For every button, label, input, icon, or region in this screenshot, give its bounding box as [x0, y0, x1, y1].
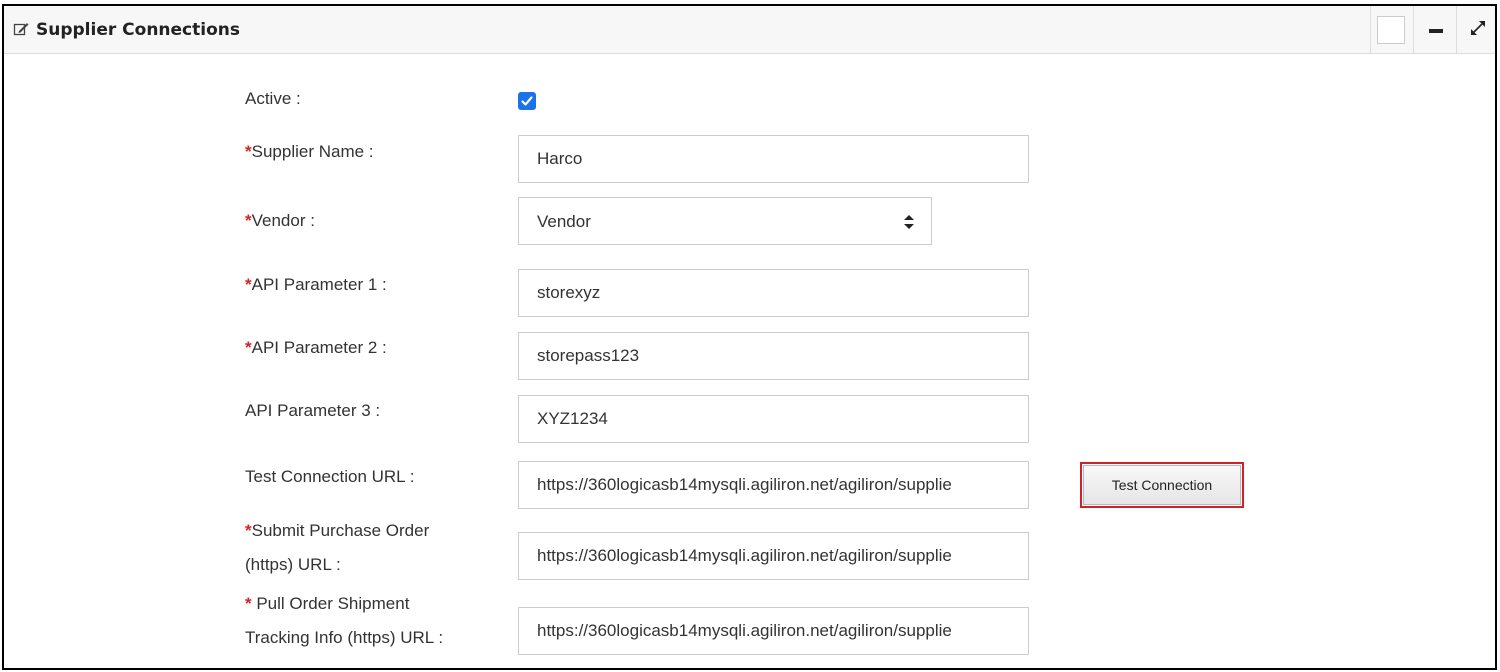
pull-tracking-url-label-line1: Pull Order Shipment [251, 594, 410, 613]
required-marker: * [245, 594, 252, 613]
api-param-3-label: API Parameter 3 : [245, 401, 381, 420]
checkmark-icon [521, 96, 533, 106]
api-param-2-label-text: API Parameter 2 : [251, 338, 387, 357]
pull-tracking-url-input[interactable] [518, 607, 1029, 655]
required-marker: * [245, 275, 252, 294]
vendor-select[interactable]: Vendor [518, 197, 932, 245]
blank-square-icon [1377, 16, 1405, 44]
active-checkbox[interactable] [518, 92, 536, 110]
required-marker: * [245, 521, 252, 540]
pull-tracking-url-label-line2: Tracking Info (https) URL : [245, 628, 444, 647]
test-connection-url-input[interactable] [518, 461, 1029, 509]
active-label: Active : [245, 89, 301, 108]
required-marker: * [245, 211, 252, 230]
api-param-1-input[interactable] [518, 269, 1029, 317]
submit-po-url-input[interactable] [518, 532, 1029, 580]
test-connection-url-label: Test Connection URL : [245, 467, 415, 486]
api-param-2-input[interactable] [518, 332, 1029, 380]
panel-blank-button[interactable] [1370, 6, 1413, 54]
edit-icon [13, 21, 29, 37]
vendor-label: *Vendor : [245, 204, 315, 238]
test-connection-highlight: Test Connection [1080, 462, 1244, 508]
expand-icon [1471, 21, 1485, 35]
supplier-name-label-text: Supplier Name : [251, 142, 374, 161]
submit-po-url-label-line2: (https) URL : [245, 555, 341, 574]
panel-header: Supplier Connections [4, 6, 1495, 54]
supplier-name-input[interactable] [518, 135, 1029, 183]
select-arrows-icon [904, 215, 914, 229]
api-param-2-label: *API Parameter 2 : [245, 331, 387, 365]
supplier-name-label: *Supplier Name : [245, 135, 374, 169]
api-param-3-input[interactable] [518, 395, 1029, 443]
submit-po-url-label-line1: Submit Purchase Order [251, 521, 430, 540]
submit-po-url-label: *Submit Purchase Order (https) URL : [245, 514, 429, 582]
panel-expand-button[interactable] [1456, 6, 1495, 54]
required-marker: * [245, 142, 252, 161]
minimize-icon [1429, 29, 1443, 33]
test-connection-button[interactable]: Test Connection [1083, 465, 1241, 505]
vendor-selected-value: Vendor [537, 212, 591, 231]
panel-minimize-button[interactable] [1413, 6, 1456, 54]
required-marker: * [245, 338, 252, 357]
panel-title: Supplier Connections [36, 20, 240, 40]
api-param-1-label: *API Parameter 1 : [245, 268, 387, 302]
pull-tracking-url-label: * Pull Order Shipment Tracking Info (http… [245, 587, 443, 655]
api-param-1-label-text: API Parameter 1 : [251, 275, 387, 294]
supplier-connections-panel: Supplier Connections Active : *Supplier … [2, 4, 1497, 670]
vendor-label-text: Vendor : [251, 211, 315, 230]
